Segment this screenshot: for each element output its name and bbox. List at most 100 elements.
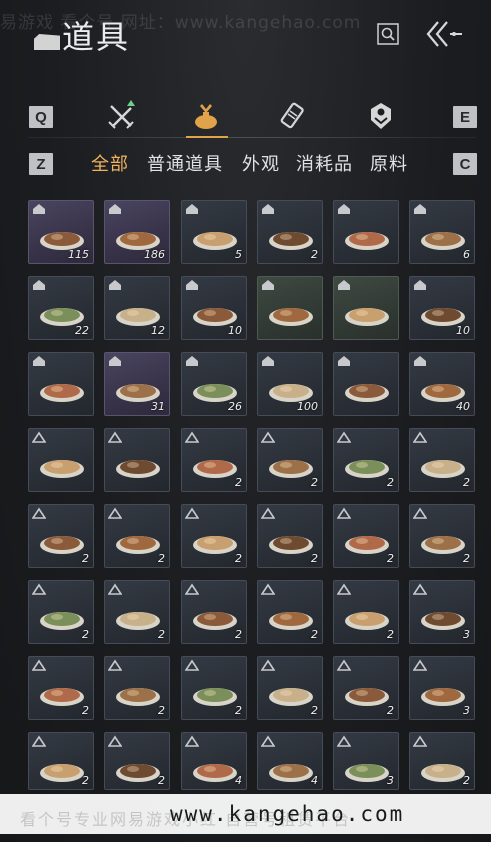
- inventory-slot[interactable]: 2: [257, 580, 323, 644]
- food-item-icon: [269, 536, 313, 554]
- inventory-slot[interactable]: [104, 428, 170, 492]
- inventory-slot[interactable]: 3: [333, 732, 399, 790]
- inventory-slot[interactable]: 2: [181, 504, 247, 568]
- inventory-slot[interactable]: 5: [181, 200, 247, 264]
- item-count: 2: [235, 552, 242, 565]
- inventory-slot[interactable]: 3: [409, 580, 475, 644]
- inventory-slot[interactable]: 2: [409, 732, 475, 790]
- item-count: 2: [463, 552, 470, 565]
- inventory-slot[interactable]: 2: [409, 504, 475, 568]
- food-item-icon: [345, 384, 389, 402]
- inventory-slot[interactable]: 10: [409, 276, 475, 340]
- inventory-slot[interactable]: 22: [28, 276, 94, 340]
- inventory-slot[interactable]: 2: [28, 580, 94, 644]
- item-count: 4: [311, 774, 318, 787]
- tab-gems[interactable]: [363, 98, 399, 134]
- item-count: 2: [463, 476, 470, 489]
- inventory-slot[interactable]: 2: [333, 656, 399, 720]
- inventory-slot[interactable]: 2: [257, 504, 323, 568]
- item-count: 2: [158, 628, 165, 641]
- food-item-icon: [345, 764, 389, 782]
- inventory-slot[interactable]: 12: [104, 276, 170, 340]
- food-item-icon: [193, 764, 237, 782]
- inventory-slot[interactable]: 4: [257, 732, 323, 790]
- subtab-consumables[interactable]: 消耗品: [296, 150, 353, 176]
- inventory-slot[interactable]: 26: [181, 352, 247, 416]
- inventory-slot[interactable]: 2: [28, 504, 94, 568]
- item-count: 2: [387, 628, 394, 641]
- inventory-slot[interactable]: 2: [28, 732, 94, 790]
- inventory-slot[interactable]: 2: [181, 580, 247, 644]
- food-item-icon: [269, 612, 313, 630]
- subtab-appearance[interactable]: 外观: [242, 150, 280, 176]
- inventory-slot[interactable]: 2: [257, 656, 323, 720]
- key-q-badge[interactable]: Q: [29, 106, 53, 128]
- food-item-icon: [421, 460, 465, 478]
- item-count: 2: [158, 552, 165, 565]
- food-item-icon: [269, 764, 313, 782]
- inventory-slot[interactable]: 3: [409, 656, 475, 720]
- inventory-slot[interactable]: [333, 352, 399, 416]
- inventory-slot[interactable]: 2: [333, 504, 399, 568]
- inventory-slot[interactable]: 100: [257, 352, 323, 416]
- item-count: 5: [235, 248, 242, 261]
- subtab-all[interactable]: 全部: [91, 150, 129, 176]
- back-button[interactable]: [424, 18, 464, 50]
- subtab-materials[interactable]: 原料: [370, 150, 408, 176]
- inventory-slot[interactable]: 31: [104, 352, 170, 416]
- food-item-icon: [269, 308, 313, 326]
- food-item-icon: [193, 536, 237, 554]
- inventory-slot[interactable]: 2: [409, 428, 475, 492]
- inventory-slot[interactable]: 2: [181, 656, 247, 720]
- inventory-slot[interactable]: 2: [104, 732, 170, 790]
- search-icon: [377, 23, 399, 45]
- item-count: 2: [158, 704, 165, 717]
- item-count: 22: [75, 324, 89, 337]
- inventory-slot[interactable]: 2: [181, 428, 247, 492]
- inventory-slot[interactable]: 115: [28, 200, 94, 264]
- key-e-badge[interactable]: E: [453, 106, 477, 128]
- pouch-icon: [195, 104, 217, 129]
- food-item-icon: [40, 460, 84, 478]
- inventory-slot[interactable]: [333, 276, 399, 340]
- inventory-slot[interactable]: 2: [257, 428, 323, 492]
- food-item-icon: [345, 232, 389, 250]
- tab-documents[interactable]: [275, 98, 311, 134]
- inventory-slot[interactable]: 2: [257, 200, 323, 264]
- inventory-slot[interactable]: 2: [333, 580, 399, 644]
- search-button[interactable]: [377, 23, 399, 45]
- inventory-slot[interactable]: 2: [28, 656, 94, 720]
- inventory-slot[interactable]: 2: [104, 656, 170, 720]
- inventory-slot[interactable]: 2: [104, 504, 170, 568]
- inventory-slot[interactable]: [28, 352, 94, 416]
- inventory-slot[interactable]: 10: [181, 276, 247, 340]
- key-z-badge[interactable]: Z: [29, 153, 53, 175]
- inventory-slot[interactable]: 2: [333, 428, 399, 492]
- double-chevron-left-icon: [426, 21, 462, 47]
- inventory-slot[interactable]: 6: [409, 200, 475, 264]
- item-count: 2: [82, 704, 89, 717]
- item-count: 2: [387, 704, 394, 717]
- subtab-common[interactable]: 普通道具: [147, 150, 223, 176]
- item-count: 2: [387, 476, 394, 489]
- inventory-slot[interactable]: 2: [104, 580, 170, 644]
- food-item-icon: [40, 688, 84, 706]
- food-item-icon: [116, 764, 160, 782]
- tab-items[interactable]: [188, 98, 224, 134]
- inventory-slot[interactable]: 40: [409, 352, 475, 416]
- inventory-slot[interactable]: [28, 428, 94, 492]
- food-item-icon: [345, 612, 389, 630]
- inventory-slot[interactable]: 4: [181, 732, 247, 790]
- key-c-badge[interactable]: C: [453, 153, 477, 175]
- inventory-slot[interactable]: [257, 276, 323, 340]
- inventory-slot[interactable]: 186: [104, 200, 170, 264]
- item-count: 10: [228, 324, 242, 337]
- watermark-bottom: 看个号专业网易游戏小红 自营号租赁平台 www.kangehao.com: [0, 794, 491, 834]
- inventory-slot[interactable]: [333, 200, 399, 264]
- food-item-icon: [40, 764, 84, 782]
- item-count: 3: [387, 774, 394, 787]
- item-count: 6: [463, 248, 470, 261]
- food-item-icon: [193, 232, 237, 250]
- page-title: 道具: [62, 18, 131, 56]
- tab-equipment[interactable]: [103, 98, 139, 134]
